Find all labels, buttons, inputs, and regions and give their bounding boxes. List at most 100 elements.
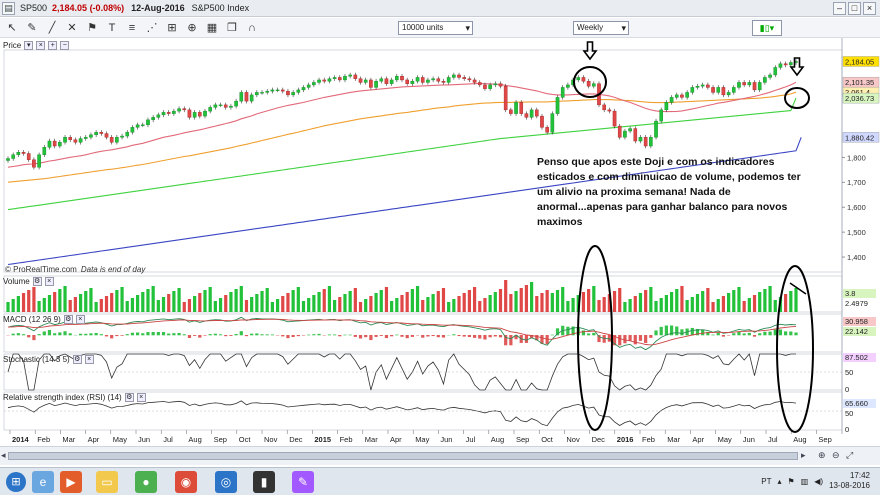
macd-histogram-bar	[115, 335, 119, 337]
volume-bar	[669, 292, 674, 312]
flag-icon[interactable]: ⚑	[84, 20, 100, 36]
period-select[interactable]: Weekly	[573, 21, 629, 35]
macd-histogram-bar	[317, 333, 321, 336]
media-icon[interactable]: ▶	[60, 471, 82, 493]
candle-up	[674, 94, 679, 98]
macd-histogram-bar	[333, 334, 337, 336]
macd-histogram-bar	[379, 335, 383, 336]
line-icon[interactable]: ╱	[44, 20, 60, 36]
chart-area[interactable]: 1,800 1,700 1,600 1,500 1,400 2,184.05 2,101.3…	[0, 38, 880, 446]
fan-icon[interactable]: ⋰	[144, 20, 160, 36]
cross-icon[interactable]: ✕	[64, 20, 80, 36]
zoom-icon[interactable]: ⊕	[184, 20, 200, 36]
pencil-icon[interactable]: ✎	[24, 20, 40, 36]
cursor-icon[interactable]: ↖	[4, 20, 20, 36]
wrench-icon[interactable]: ⚙	[32, 277, 42, 286]
macd-histogram-bar	[628, 335, 632, 341]
volume-bar	[146, 289, 150, 312]
candle-down	[280, 89, 285, 92]
minimize-icon[interactable]: –	[833, 2, 846, 15]
candle-up	[203, 110, 207, 117]
network-icon[interactable]: ▥	[801, 477, 809, 486]
close-icon[interactable]: ×	[863, 2, 876, 15]
wrench-icon[interactable]: ⚙	[72, 355, 82, 364]
candle-down	[73, 139, 78, 143]
text-icon[interactable]: T	[104, 20, 120, 36]
time-axis-label: Feb	[340, 435, 353, 444]
candle-up	[94, 132, 98, 136]
candle-up	[213, 104, 218, 108]
volume-bar	[587, 289, 591, 312]
volume-bar	[73, 297, 77, 312]
rsi-panel-label: Relative strength index (RSI) (14)	[3, 393, 122, 402]
copy-icon[interactable]: ❐	[224, 20, 240, 36]
volume-bar	[426, 297, 430, 312]
volume-bar	[555, 290, 560, 312]
volume-bar	[317, 292, 321, 312]
candle-down	[519, 102, 524, 114]
start-icon[interactable]: ⊞	[6, 472, 26, 492]
channel-icon[interactable]: ≡	[124, 20, 140, 36]
ie-icon[interactable]: e	[32, 471, 54, 493]
flag-icon[interactable]: ⚑	[788, 477, 795, 486]
chart-icon[interactable]: ▤	[2, 1, 15, 15]
candle-down	[503, 85, 508, 111]
magnet-icon[interactable]: ∩	[244, 20, 260, 36]
volume-bar	[441, 288, 446, 312]
prorealtime-icon[interactable]: ▮	[253, 471, 275, 493]
price-label: 2,036.73	[845, 94, 874, 103]
volume-bar	[789, 291, 793, 312]
settings-icon[interactable]: ▾	[24, 41, 34, 50]
symbol-label[interactable]: SP500	[20, 3, 47, 13]
macd-histogram-bar	[472, 335, 477, 338]
zoom-in-icon[interactable]: +	[48, 41, 58, 50]
candle-down	[358, 78, 363, 83]
macd-histogram-bar	[327, 334, 332, 336]
close-panel-icon[interactable]: ×	[84, 355, 94, 364]
fit-icon[interactable]: ⤢	[846, 450, 853, 461]
grid-icon[interactable]: ▦	[204, 20, 220, 36]
volume-icon[interactable]: ◀)	[814, 477, 823, 486]
candle-up	[488, 84, 492, 89]
fibonacci-icon[interactable]: ⊞	[164, 20, 180, 36]
candle-up	[763, 77, 767, 83]
scroll-thumb[interactable]	[8, 452, 798, 460]
close-panel-icon[interactable]: ×	[36, 41, 46, 50]
volume-bar	[275, 299, 280, 312]
zoom-out-icon[interactable]: ⊖	[832, 450, 840, 461]
messenger-icon[interactable]: ●	[135, 471, 157, 493]
wrench-icon[interactable]: ⚙	[63, 315, 73, 324]
macd-histogram-bar	[498, 335, 503, 338]
main-toolbar: ▤ SP500 2,184.05 (-0.08%) 12-Aug-2016 S&…	[0, 0, 880, 17]
folder-icon[interactable]: ▭	[96, 471, 118, 493]
close-panel-icon[interactable]: ×	[136, 393, 146, 402]
macd-histogram-bar	[312, 334, 316, 336]
candle-down	[182, 108, 187, 111]
chart-type-button[interactable]: ▮▯▾	[752, 20, 782, 36]
zoom-out-icon[interactable]: −	[60, 41, 70, 50]
scroll-right-icon[interactable]: ▸	[801, 450, 806, 461]
indicator-axis-label: 65.660	[845, 399, 868, 408]
wrench-icon[interactable]: ⚙	[124, 393, 134, 402]
macd-histogram-bar	[478, 335, 482, 339]
time-axis-label: Jun	[138, 435, 150, 444]
scroll-left-icon[interactable]: ◂	[1, 450, 6, 461]
units-select[interactable]: 10000 units	[398, 21, 473, 35]
horizontal-scrollbar[interactable]: ◂ ▸ ⊕ ⊖ ⤢	[0, 446, 880, 465]
maximize-icon[interactable]: □	[848, 2, 861, 15]
time-axis-label: 2016	[617, 435, 634, 444]
arrow-up-icon[interactable]: ▴	[778, 477, 782, 486]
language-indicator[interactable]: PT	[761, 477, 771, 486]
chrome-icon[interactable]: ◉	[175, 471, 197, 493]
app-icon[interactable]: ◎	[215, 471, 237, 493]
close-panel-icon[interactable]: ×	[44, 277, 54, 286]
zoom-in-icon[interactable]: ⊕	[818, 450, 826, 461]
candle-up	[332, 77, 337, 79]
candle-up	[16, 152, 21, 155]
candle-up	[415, 77, 420, 82]
paint-icon[interactable]: ✎	[292, 471, 314, 493]
close-panel-icon[interactable]: ×	[75, 315, 85, 324]
macd-histogram-bar	[581, 330, 586, 336]
volume-bar	[690, 297, 694, 312]
volume-bar	[447, 302, 451, 312]
